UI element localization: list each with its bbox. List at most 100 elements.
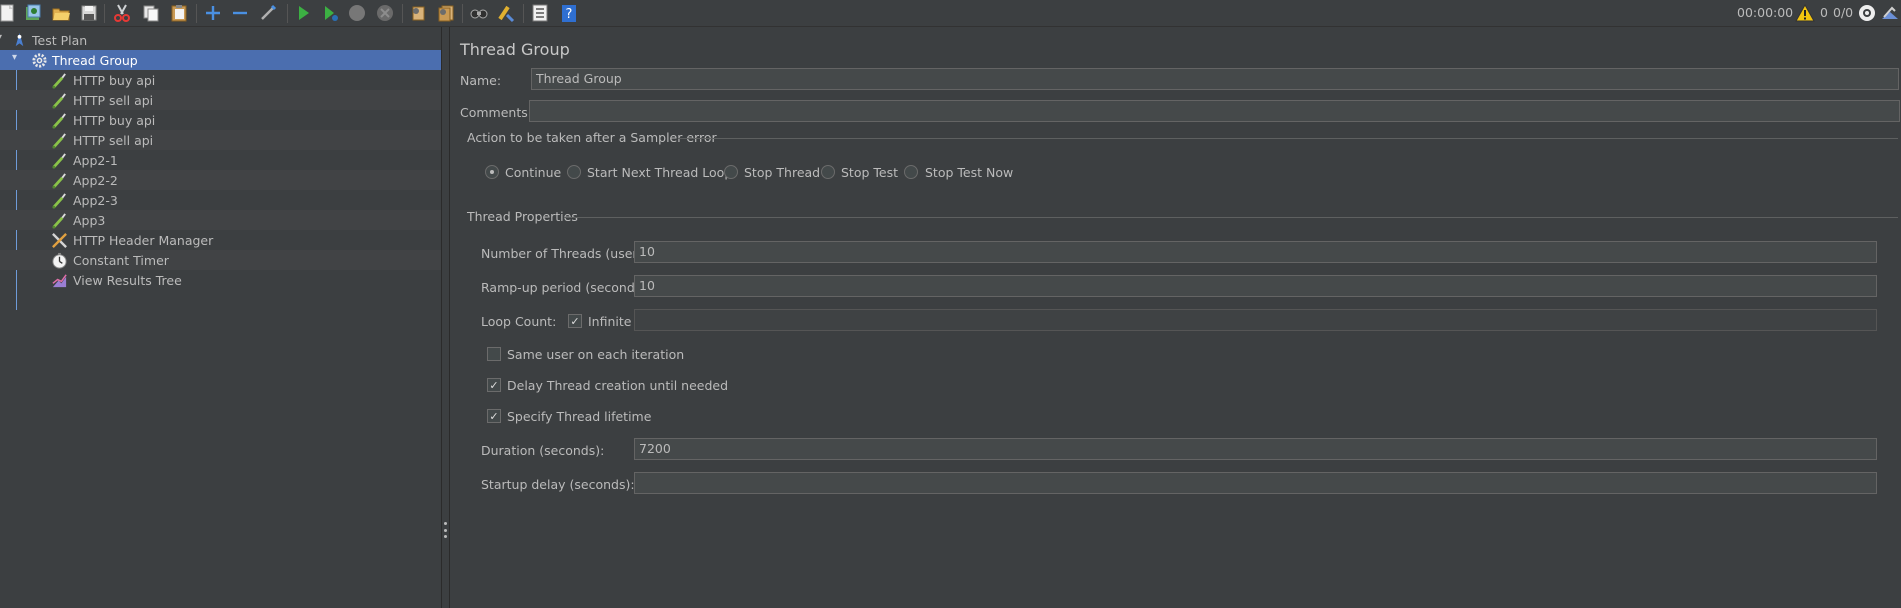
test-plan-icon — [10, 31, 28, 49]
test-plan-tree: ▾ Test Plan ▾ Thread Group HTTP buy api … — [0, 30, 441, 608]
tree-item-listener[interactable]: View Results Tree — [0, 270, 441, 290]
templates-icon[interactable] — [22, 2, 44, 24]
tree-item-label: App3 — [73, 212, 106, 228]
rampup-label: Ramp-up period (seconds): — [481, 280, 651, 295]
new-icon[interactable] — [0, 2, 18, 24]
infinite-checkbox[interactable]: ✓ — [568, 314, 582, 328]
open-icon[interactable] — [50, 2, 72, 24]
warning-icon[interactable] — [1794, 2, 1816, 24]
expand-icon[interactable] — [202, 2, 224, 24]
loop-count-field[interactable] — [634, 309, 1877, 331]
comments-field[interactable] — [529, 100, 1900, 122]
tree-item-sampler[interactable]: HTTP sell api — [0, 90, 441, 110]
collapse-icon[interactable] — [229, 2, 251, 24]
toolbar: ? 00:00:00 0 0/0 — [0, 0, 1901, 27]
radio-start-next-loop-label[interactable]: Start Next Thread Loop — [587, 165, 732, 180]
startup-delay-field[interactable] — [634, 472, 1877, 494]
function-helper-icon[interactable] — [529, 2, 551, 24]
copy-icon[interactable] — [140, 2, 162, 24]
splitter-grip-icon[interactable] — [444, 522, 447, 538]
threads-field[interactable]: 10 — [634, 241, 1877, 263]
cut-icon[interactable] — [111, 2, 133, 24]
remote-engines-icon[interactable] — [1856, 2, 1878, 24]
radio-start-next-loop[interactable] — [567, 165, 581, 179]
tree-item-sampler[interactable]: HTTP buy api — [0, 110, 441, 130]
thread-group-panel: Thread Group Name: Thread Group Comments… — [451, 27, 1901, 608]
tree-item-sampler[interactable]: App3 — [0, 210, 441, 230]
shutdown-icon[interactable] — [374, 2, 396, 24]
tree-item-sampler[interactable]: HTTP buy api — [0, 70, 441, 90]
loop-count-label: Loop Count: — [481, 314, 557, 329]
delay-thread-label[interactable]: Delay Thread creation until needed — [507, 378, 728, 393]
infinite-label[interactable]: Infinite — [588, 314, 631, 329]
same-user-label[interactable]: Same user on each iteration — [507, 347, 684, 362]
tree-item-label: HTTP sell api — [73, 92, 154, 108]
tree-expand-icon[interactable]: ▾ — [0, 32, 2, 43]
name-field[interactable]: Thread Group — [531, 68, 1899, 90]
tree-item-label: App2-3 — [73, 192, 118, 208]
tree-item-label: HTTP buy api — [73, 72, 156, 88]
tree-item-label: App2-2 — [73, 172, 118, 188]
toolbar-separator — [402, 4, 403, 23]
group-border — [564, 217, 1898, 218]
delay-thread-checkbox[interactable]: ✓ — [487, 378, 501, 392]
radio-stop-test-now-label[interactable]: Stop Test Now — [925, 165, 1013, 180]
svg-text:?: ? — [566, 7, 573, 22]
pipette-icon — [50, 131, 68, 149]
tree-item-label: Thread Group — [52, 52, 138, 68]
clear-all-icon[interactable] — [435, 2, 457, 24]
toolbar-separator — [523, 4, 524, 23]
log-viewer-icon[interactable] — [1879, 2, 1901, 24]
thread-lifetime-checkbox[interactable]: ✓ — [487, 409, 501, 423]
tree-expand-icon[interactable]: ▾ — [12, 52, 17, 63]
thread-properties-legend: Thread Properties — [467, 209, 578, 224]
pipette-icon — [50, 191, 68, 209]
stop-icon[interactable] — [346, 2, 368, 24]
thread-lifetime-label[interactable]: Specify Thread lifetime — [507, 409, 651, 424]
pipette-icon — [50, 171, 68, 189]
radio-stop-thread-label[interactable]: Stop Thread — [744, 165, 820, 180]
pipette-icon — [50, 211, 68, 229]
tree-item-sampler[interactable]: App2-2 — [0, 170, 441, 190]
tree-item-sampler[interactable]: App2-3 — [0, 190, 441, 210]
help-icon[interactable]: ? — [558, 2, 580, 24]
tree-item-label: Test Plan — [32, 32, 88, 48]
same-user-checkbox[interactable] — [487, 347, 501, 361]
save-icon[interactable] — [78, 2, 100, 24]
startup-delay-label: Startup delay (seconds): — [481, 477, 635, 492]
radio-stop-thread[interactable] — [724, 165, 738, 179]
radio-continue[interactable] — [485, 165, 499, 179]
search-icon[interactable] — [468, 2, 490, 24]
tree-item-label: HTTP Header Manager — [73, 232, 214, 248]
rampup-field[interactable]: 10 — [634, 275, 1877, 297]
radio-stop-test-now[interactable] — [904, 165, 918, 179]
start-no-pauses-icon[interactable] — [319, 2, 341, 24]
tree-item-label: View Results Tree — [73, 272, 182, 288]
tree-item-timer[interactable]: Constant Timer — [0, 250, 441, 270]
name-label: Name: — [460, 73, 502, 88]
reset-search-icon[interactable] — [495, 2, 517, 24]
paste-icon[interactable] — [168, 2, 190, 24]
page-title: Thread Group — [460, 40, 570, 59]
radio-stop-test-label[interactable]: Stop Test — [841, 165, 898, 180]
radio-stop-test[interactable] — [821, 165, 835, 179]
pipette-icon — [50, 151, 68, 169]
timer-icon — [50, 251, 68, 269]
tree-item-sampler[interactable]: HTTP sell api — [0, 130, 441, 150]
start-icon[interactable] — [292, 2, 314, 24]
panel-splitter[interactable] — [441, 27, 450, 608]
tree-item-sampler[interactable]: App2-1 — [0, 150, 441, 170]
toggle-icon[interactable] — [257, 2, 279, 24]
threads-label: Number of Threads (users): — [481, 246, 654, 261]
radio-continue-label[interactable]: Continue — [505, 165, 561, 180]
active-threads: 0/0 — [1833, 5, 1854, 20]
wrench-icon — [50, 231, 68, 249]
toolbar-separator — [462, 4, 463, 23]
duration-field[interactable]: 7200 — [634, 438, 1877, 460]
clear-icon[interactable] — [407, 2, 429, 24]
tree-item-header-manager[interactable]: HTTP Header Manager — [0, 230, 441, 250]
tree-item-test-plan[interactable]: ▾ Test Plan — [0, 30, 441, 50]
elapsed-time: 00:00:00 — [1737, 5, 1794, 20]
pipette-icon — [50, 91, 68, 109]
tree-item-thread-group[interactable]: ▾ Thread Group — [0, 50, 441, 70]
